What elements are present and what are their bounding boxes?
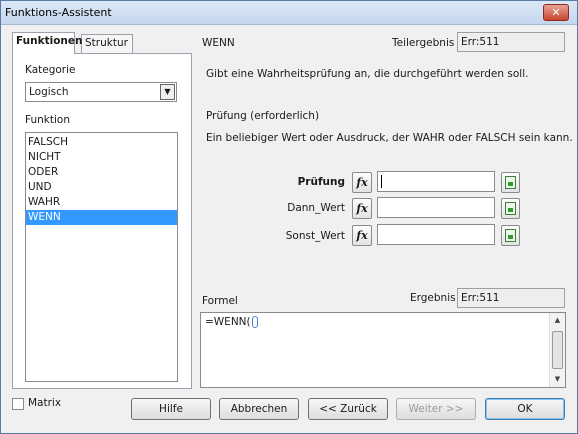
shrink-icon [505, 229, 516, 242]
window-title: Funktions-Assistent [5, 6, 112, 19]
formula-text: =WENN( [205, 316, 251, 328]
formula-editor[interactable]: =WENN( ▲ ▼ [200, 312, 566, 388]
tab-functions[interactable]: Funktionen [12, 32, 83, 54]
tab-structure[interactable]: Struktur [81, 34, 133, 53]
matrix-label: Matrix [28, 397, 62, 409]
category-select[interactable]: Logisch ▼ [25, 82, 177, 102]
parameter-title: Prüfung (erforderlich) [206, 110, 320, 122]
select-range-button-sonst-wert[interactable] [501, 225, 520, 246]
arg-label-sonst-wert: Sonst_Wert [285, 230, 345, 242]
function-label: Funktion [25, 114, 70, 126]
scroll-up-icon[interactable]: ▲ [550, 313, 565, 328]
chevron-down-icon[interactable]: ▼ [160, 84, 175, 100]
function-wizard-dialog: Funktions-Assistent ✕ Funktionen Struktu… [0, 0, 578, 434]
list-item-und[interactable]: UND [26, 180, 177, 195]
parameter-description: Ein beliebiger Wert oder Ausdruck, der W… [206, 132, 573, 144]
list-item-wahr[interactable]: WAHR [26, 195, 177, 210]
fx-button-dann-wert[interactable]: fx [352, 198, 372, 219]
ok-button[interactable]: OK [485, 398, 565, 420]
shrink-icon [505, 202, 516, 215]
formula-scrollbar[interactable]: ▲ ▼ [549, 313, 565, 387]
scroll-down-icon[interactable]: ▼ [550, 372, 565, 387]
arg-label-pruefung: Prüfung [297, 176, 345, 188]
fx-button-sonst-wert[interactable]: fx [352, 225, 372, 246]
result-label: Ergebnis [410, 292, 456, 304]
next-button[interactable]: Weiter >> [396, 398, 476, 420]
category-label: Kategorie [25, 64, 76, 76]
arg-field-pruefung[interactable] [377, 171, 495, 192]
partial-result-label: Teilergebnis [392, 37, 455, 49]
list-item-wenn[interactable]: WENN [26, 210, 177, 225]
scroll-thumb[interactable] [552, 331, 563, 369]
formula-label: Formel [202, 295, 238, 307]
list-item-oder[interactable]: ODER [26, 165, 177, 180]
functions-panel: Kategorie Logisch ▼ Funktion FALSCH NICH… [12, 53, 192, 389]
function-list[interactable]: FALSCH NICHT ODER UND WAHR WENN [25, 132, 178, 382]
function-name: WENN [202, 37, 235, 49]
category-value: Logisch [29, 86, 69, 98]
function-description: Gibt eine Wahrheitsprüfung an, die durch… [206, 68, 529, 80]
list-item-nicht[interactable]: NICHT [26, 150, 177, 165]
partial-result-field: Err:511 [457, 32, 565, 52]
title-bar: Funktions-Assistent ✕ [1, 1, 577, 25]
arg-field-dann-wert[interactable] [377, 197, 495, 218]
help-button[interactable]: Hilfe [131, 398, 211, 420]
shrink-icon [505, 176, 516, 189]
fx-button-pruefung[interactable]: fx [352, 172, 372, 193]
cancel-button[interactable]: Abbrechen [219, 398, 299, 420]
matrix-checkbox[interactable] [12, 398, 24, 410]
close-button[interactable]: ✕ [543, 4, 569, 21]
result-field: Err:511 [457, 288, 565, 308]
select-range-button-pruefung[interactable] [501, 172, 520, 193]
arg-field-sonst-wert[interactable] [377, 224, 495, 245]
back-button[interactable]: << Zurück [308, 398, 388, 420]
arg-label-dann-wert: Dann_Wert [287, 202, 345, 214]
list-item-falsch[interactable]: FALSCH [26, 135, 177, 150]
text-cursor-icon [251, 316, 258, 328]
select-range-button-dann-wert[interactable] [501, 198, 520, 219]
